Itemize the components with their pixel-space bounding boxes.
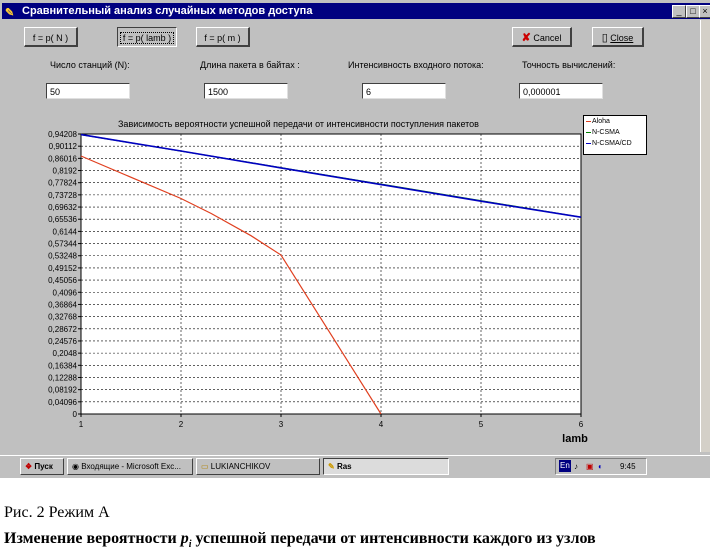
body-text: Изменение вероятности pi успешной переда…	[4, 530, 596, 550]
y-tick-label: 0,08192	[48, 386, 77, 395]
folder-icon: ▭	[201, 462, 209, 471]
taskbar-item-ras[interactable]: ✎ Ras	[323, 458, 449, 475]
y-tick-label: 0,94208	[48, 130, 77, 139]
legend-item-n-csma: N-CSMA	[584, 127, 646, 138]
ras-app-icon: ✎	[328, 462, 335, 471]
figure-caption: Рис. 2 Режим А	[4, 504, 110, 521]
y-tick-label: 0,65536	[48, 215, 77, 224]
taskbar-item-folder-label: LUKIANCHIKOV	[210, 462, 271, 471]
y-tick-label: 0,69632	[48, 203, 77, 212]
y-tick-label: 0,86016	[48, 154, 77, 163]
y-tick-label: 0,36864	[48, 300, 77, 309]
y-tick-label: 0,32768	[48, 313, 77, 322]
tray-app-icon[interactable]: ▣	[586, 459, 594, 475]
y-tick-label: 0,77824	[48, 179, 77, 188]
x-tick-label: 1	[79, 420, 84, 429]
legend-item-aloha: Aloha	[584, 116, 646, 127]
probability-symbol: p	[180, 530, 189, 547]
legend-label-n-csma-cd: N-CSMA/CD	[592, 140, 632, 147]
taskbar: ❖ Пуск ◉ Входящие - Microsoft Exc... ▭ L…	[0, 455, 710, 478]
legend-label-n-csma: N-CSMA	[592, 129, 620, 136]
app-window: ✎ Сравнительный анализ случайных методов…	[0, 0, 710, 455]
x-tick-label: 2	[179, 420, 184, 429]
language-indicator[interactable]: En	[559, 460, 571, 472]
y-tick-label: 0,28672	[48, 325, 77, 334]
y-tick-label: 0,6144	[53, 227, 78, 236]
y-tick-label: 0,12288	[48, 373, 77, 382]
inbox-icon: ◉	[72, 462, 79, 471]
taskbar-item-inbox[interactable]: ◉ Входящие - Microsoft Exc...	[67, 458, 193, 475]
legend-label-aloha: Aloha	[592, 118, 610, 125]
body-text-before: Изменение вероятности	[4, 530, 181, 547]
y-tick-label: 0,45056	[48, 276, 77, 285]
y-tick-label: 0,16384	[48, 361, 77, 370]
x-tick-label: 6	[579, 420, 584, 429]
y-tick-label: 0,90112	[49, 142, 78, 151]
volume-icon[interactable]: ♪	[574, 459, 578, 475]
legend-item-n-csma-cd: N-CSMA/CD	[584, 138, 646, 149]
legend-swatch-n-csma-cd	[586, 143, 591, 144]
y-tick-label: 0,2048	[53, 349, 78, 358]
legend-swatch-aloha	[586, 121, 591, 122]
chart-svg: 0,94208 0,90112 0,86016 0,8192 0,77824 0,7372…	[48, 130, 588, 445]
chart-legend: Aloha N-CSMA N-CSMA/CD	[583, 115, 647, 155]
start-button[interactable]: ❖ Пуск	[20, 458, 64, 475]
x-axis-label: lamb	[562, 433, 588, 445]
start-label: Пуск	[34, 462, 53, 471]
taskbar-item-inbox-label: Входящие - Microsoft Exc...	[81, 462, 181, 471]
y-tick-label: 0,73728	[48, 191, 77, 200]
x-tick-label: 4	[379, 420, 384, 429]
y-tick-label: 0,8192	[53, 167, 78, 176]
y-tick-label: 0,04096	[48, 398, 77, 407]
x-tick-label: 3	[279, 420, 284, 429]
taskbar-item-ras-label: Ras	[336, 462, 352, 471]
network-icon[interactable]: ◐	[598, 459, 603, 475]
y-tick-label: 0	[73, 410, 78, 419]
system-tray: En ♪ ▣ ◐ 9:45	[555, 458, 647, 475]
taskbar-item-folder[interactable]: ▭ LUKIANCHIKOV	[196, 458, 320, 475]
y-tick-label: 0,24576	[48, 337, 77, 346]
windows-logo-icon: ❖	[25, 462, 33, 471]
clock: 9:45	[620, 462, 636, 471]
legend-swatch-n-csma	[586, 132, 591, 133]
x-tick-label: 5	[479, 420, 484, 429]
body-text-after: успешной передачи от интенсивности каждо…	[191, 530, 596, 547]
y-tick-label: 0,4096	[53, 288, 78, 297]
y-tick-label: 0,53248	[48, 252, 77, 261]
y-tick-label: 0,57344	[48, 240, 77, 249]
y-tick-label: 0,49152	[48, 264, 77, 273]
plot-area: 0,94208 0,90112 0,86016 0,8192 0,77824 0,7372…	[48, 130, 584, 429]
